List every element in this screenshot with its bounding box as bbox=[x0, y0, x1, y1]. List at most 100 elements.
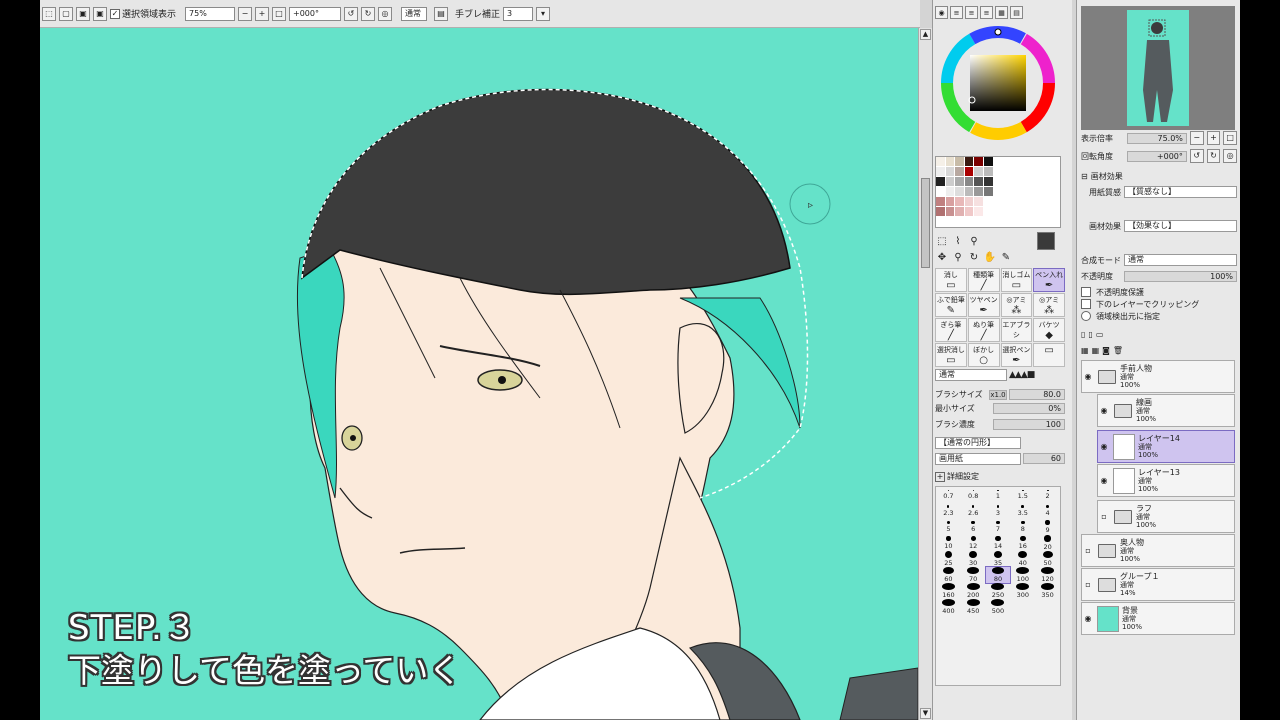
swatch[interactable] bbox=[1022, 157, 1032, 166]
layer-row[interactable]: ▫ グループ１ 通常 14% bbox=[1081, 568, 1235, 601]
brush-slot[interactable]: ぎら筆 ╱ bbox=[935, 318, 967, 342]
swatch[interactable] bbox=[974, 207, 984, 216]
size-cell[interactable]: 450 bbox=[961, 599, 986, 615]
brush-slot[interactable]: ペン入れ ✒ bbox=[1033, 268, 1065, 292]
brush-slot[interactable]: 消しゴム ▭ bbox=[1000, 268, 1033, 292]
swatch[interactable] bbox=[993, 187, 1003, 196]
size-cell[interactable]: 2 bbox=[1035, 487, 1060, 503]
brush-slot[interactable]: ぬり筆 ╱ bbox=[967, 318, 1000, 342]
zoom-plus-icon[interactable]: + bbox=[255, 6, 270, 21]
swatch[interactable] bbox=[1003, 187, 1012, 196]
detail-label[interactable]: 詳細設定 bbox=[947, 471, 979, 482]
navigator[interactable] bbox=[1081, 6, 1235, 130]
source-checkbox[interactable] bbox=[1081, 311, 1091, 321]
swatch[interactable] bbox=[1003, 197, 1012, 206]
expand-icon[interactable]: + bbox=[935, 471, 945, 482]
swatch[interactable] bbox=[945, 187, 955, 196]
swatch[interactable] bbox=[1032, 217, 1041, 226]
layer-row[interactable]: ◉ 手前人物 通常 100% bbox=[1081, 360, 1235, 393]
swatch[interactable] bbox=[955, 197, 964, 206]
swatch[interactable] bbox=[1012, 187, 1022, 196]
swatch[interactable] bbox=[1051, 177, 1060, 186]
rotate-icon[interactable]: ↻ bbox=[967, 250, 981, 264]
hsv-tab-icon[interactable]: ≡ bbox=[980, 6, 993, 19]
size-cell[interactable]: 500 bbox=[986, 599, 1011, 615]
color-wheel-tab-icon[interactable]: ◉ bbox=[935, 6, 948, 19]
brush-slot[interactable]: 種類筆 ╱ bbox=[967, 268, 1000, 292]
swatch[interactable] bbox=[955, 157, 964, 166]
swatch[interactable] bbox=[936, 177, 945, 186]
scroll-down-icon[interactable]: ▼ bbox=[920, 708, 931, 719]
swatch[interactable] bbox=[1041, 187, 1051, 196]
drawing-canvas[interactable]: ▹ STEP.３ 下塗りして色を塗っていく bbox=[40, 28, 918, 720]
swatch[interactable] bbox=[993, 157, 1003, 166]
nav-fit-icon[interactable]: □ bbox=[1223, 131, 1238, 145]
rect-select-icon[interactable]: ⬚ bbox=[935, 234, 949, 248]
swatch[interactable] bbox=[1012, 217, 1022, 226]
blend-mode-select[interactable]: 通常 bbox=[935, 368, 1007, 381]
swatch[interactable] bbox=[964, 177, 974, 186]
swatch[interactable] bbox=[993, 207, 1003, 216]
swatch[interactable] bbox=[1012, 167, 1022, 176]
swatch[interactable] bbox=[984, 177, 993, 186]
eye-icon[interactable]: ◉ bbox=[1098, 441, 1110, 453]
swatch[interactable] bbox=[1022, 197, 1032, 206]
swatch[interactable] bbox=[1051, 157, 1060, 166]
layer-row[interactable]: ◉ 背景 通常 100% bbox=[1081, 602, 1235, 635]
swatch[interactable] bbox=[1032, 167, 1041, 176]
swatch[interactable] bbox=[955, 187, 964, 196]
swatch[interactable] bbox=[974, 177, 984, 186]
swatch[interactable] bbox=[984, 197, 993, 206]
swatch[interactable] bbox=[964, 187, 974, 196]
swatch[interactable] bbox=[936, 207, 945, 216]
merge-down-icon[interactable]: ▦ bbox=[1092, 346, 1100, 355]
slider-tab-icon[interactable]: ≡ bbox=[950, 6, 963, 19]
size-cell[interactable]: 200 bbox=[961, 583, 986, 599]
tip-shape-icons[interactable]: ▲▲▲■ bbox=[1009, 370, 1035, 380]
color-wheel[interactable] bbox=[939, 24, 1057, 142]
swatch[interactable] bbox=[955, 217, 964, 226]
density-value[interactable]: 100 bbox=[993, 419, 1065, 430]
swatch[interactable] bbox=[1041, 217, 1051, 226]
size-cell[interactable]: 50 bbox=[1035, 551, 1060, 567]
swatch[interactable] bbox=[1003, 207, 1012, 216]
nav-rotr-icon[interactable]: ↻ bbox=[1206, 149, 1221, 163]
size-cell[interactable]: 1 bbox=[986, 487, 1011, 503]
collapse-icon[interactable]: ⊟ bbox=[1081, 172, 1088, 181]
size-cell[interactable]: 5 bbox=[936, 519, 961, 535]
swatch[interactable] bbox=[955, 177, 964, 186]
swatch[interactable] bbox=[945, 157, 955, 166]
texture-select[interactable]: 【質感なし】 bbox=[1124, 186, 1237, 198]
swatch[interactable] bbox=[1022, 187, 1032, 196]
size-cell[interactable]: 9 bbox=[1035, 519, 1060, 535]
clip-row[interactable]: 下のレイヤーでクリッピング bbox=[1081, 298, 1237, 310]
swatch[interactable] bbox=[974, 187, 984, 196]
zoom-reset-icon[interactable]: ▣ bbox=[93, 6, 107, 21]
layer-row[interactable]: ◉ 線画 通常 100% bbox=[1097, 394, 1235, 427]
brush-slot[interactable]: エアブラシ✧ bbox=[1000, 318, 1033, 342]
size-cell[interactable]: 80 bbox=[984, 566, 1012, 584]
size-cell[interactable]: 12 bbox=[961, 535, 986, 551]
swatch[interactable] bbox=[974, 157, 984, 166]
swatch[interactable] bbox=[936, 197, 945, 206]
swatch[interactable] bbox=[945, 197, 955, 206]
layer-row[interactable]: ◉ レイヤー13 通常 100% bbox=[1097, 464, 1235, 497]
size-cell[interactable]: 2.3 bbox=[936, 503, 961, 519]
rotation-field[interactable]: +000° bbox=[289, 6, 342, 21]
nav-angle-value[interactable]: +000° bbox=[1126, 150, 1187, 162]
size-cell[interactable]: 8 bbox=[1010, 519, 1035, 535]
effect-select[interactable]: 【効果なし】 bbox=[1124, 220, 1237, 232]
new-layer-icon[interactable]: ▯ bbox=[1081, 330, 1085, 339]
stabilizer-select[interactable]: 3 bbox=[503, 6, 534, 21]
size-cell[interactable]: 3.5 bbox=[1010, 503, 1035, 519]
size-cell[interactable]: 0.7 bbox=[936, 487, 961, 503]
swatch[interactable] bbox=[993, 217, 1003, 226]
size-cell[interactable]: 6 bbox=[961, 519, 986, 535]
size-cell[interactable]: 250 bbox=[986, 583, 1011, 599]
swatch[interactable] bbox=[1003, 177, 1012, 186]
brush-size-mult[interactable]: x1.0 bbox=[989, 389, 1007, 400]
swatch[interactable] bbox=[945, 217, 955, 226]
size-cell[interactable]: 2.6 bbox=[961, 503, 986, 519]
source-row[interactable]: 領域検出元に指定 bbox=[1081, 310, 1237, 322]
swatch[interactable] bbox=[964, 197, 974, 206]
